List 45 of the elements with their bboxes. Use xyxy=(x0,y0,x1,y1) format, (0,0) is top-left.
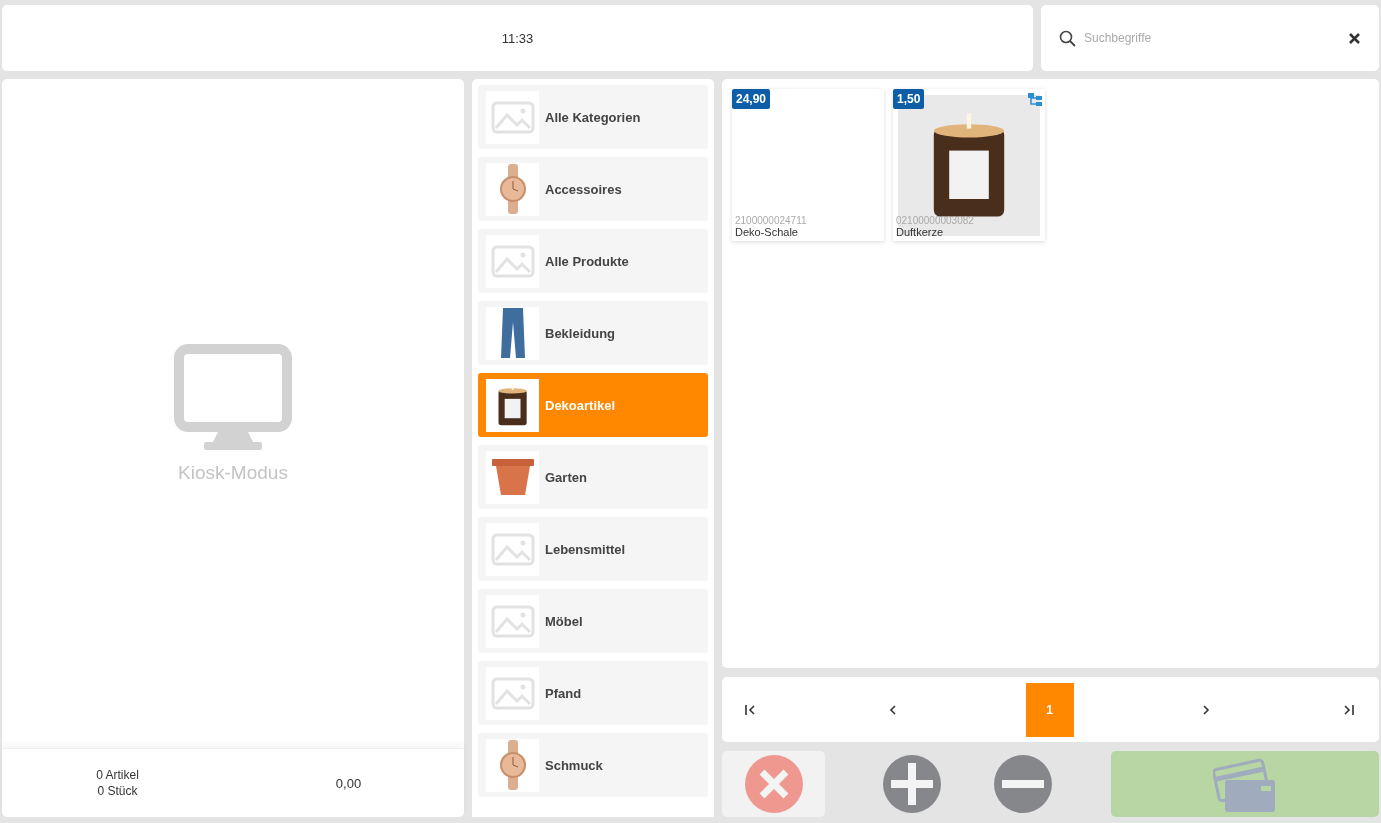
plus-icon xyxy=(883,755,941,813)
monitor-icon xyxy=(174,343,292,450)
close-icon xyxy=(1348,31,1361,45)
product-card[interactable]: 24,90 2100000024711 Deko-Schale xyxy=(732,89,884,241)
category-item[interactable]: Alle Produkte xyxy=(478,229,708,293)
product-name: Deko-Schale xyxy=(735,226,799,238)
minus-button[interactable] xyxy=(994,755,1052,813)
category-item[interactable]: Lebensmittel xyxy=(478,517,708,581)
flower-pot-drawing xyxy=(490,457,535,497)
category-item[interactable]: Möbel xyxy=(478,589,708,653)
search-icon xyxy=(1059,29,1076,47)
last-page-icon xyxy=(1343,703,1355,716)
chevron-right-icon xyxy=(1202,703,1211,716)
jeans-drawing xyxy=(499,308,526,358)
price-badge: 1,50 xyxy=(893,89,925,109)
total-amount: 0,00 xyxy=(334,775,363,791)
category-item[interactable]: Pfand xyxy=(478,661,708,725)
image-placeholder-icon xyxy=(490,532,535,566)
category-item[interactable]: Alle Kategorien xyxy=(478,85,708,149)
minus-icon xyxy=(994,755,1052,813)
first-page-icon xyxy=(744,703,756,716)
category-item[interactable]: Garten xyxy=(478,445,708,509)
product-name: Duftkerze xyxy=(896,226,945,238)
chevron-left-icon xyxy=(888,703,897,716)
category-item[interactable]: Schmuck xyxy=(478,733,708,797)
clock-time: 11:33 xyxy=(2,5,1033,71)
category-item[interactable]: Bekleidung xyxy=(478,301,708,365)
image-placeholder-icon xyxy=(490,100,535,134)
product-card[interactable]: 1,50 02100000003082 Duftkerze xyxy=(893,89,1045,241)
image-placeholder-icon xyxy=(490,676,535,710)
article-count: 0 Artikel xyxy=(96,767,139,783)
kiosk-mode-label: Kiosk-Modus xyxy=(178,461,288,484)
watch-drawing xyxy=(497,164,528,214)
watch-drawing xyxy=(497,740,528,790)
product-code: 02100000003082 xyxy=(896,215,975,226)
category-item[interactable]: Accessoires xyxy=(478,157,708,221)
plus-button[interactable] xyxy=(883,755,941,813)
image-placeholder-icon xyxy=(490,244,535,278)
close-button[interactable] xyxy=(1348,31,1361,45)
piece-count: 0 Stück xyxy=(97,783,138,799)
image-placeholder-icon xyxy=(490,604,535,638)
product-code: 2100000024711 xyxy=(735,215,808,226)
price-badge: 24,90 xyxy=(732,89,771,109)
cancel-icon xyxy=(744,755,803,813)
credit-cards-icon xyxy=(1213,756,1277,812)
